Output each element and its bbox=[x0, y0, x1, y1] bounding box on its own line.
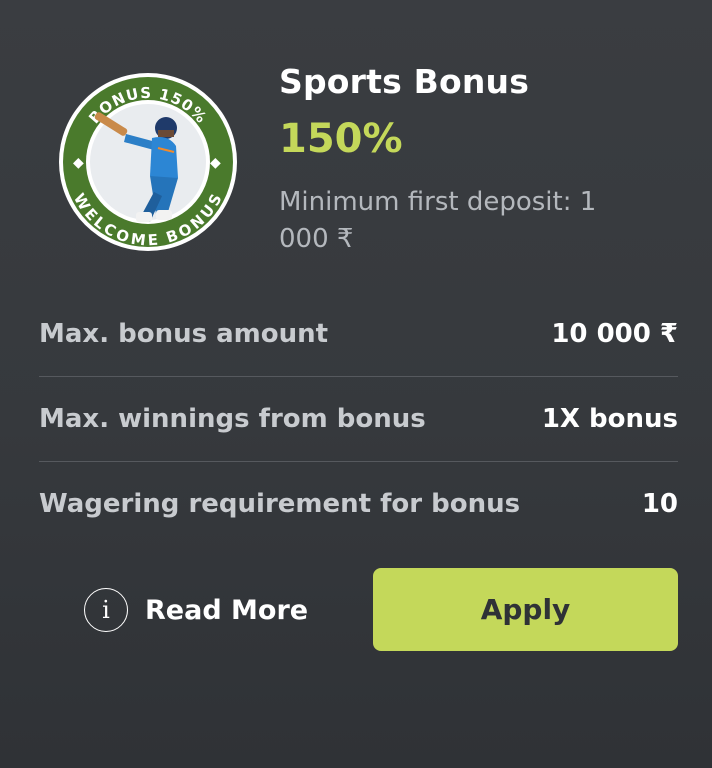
welcome-bonus-badge-icon: ◆ ◆ BONUS 150% WELCOME BONUS bbox=[59, 73, 237, 251]
detail-value: 1X bonus bbox=[541, 404, 678, 434]
read-more-link[interactable]: i Read More bbox=[84, 586, 308, 634]
detail-label: Max. bonus amount bbox=[39, 319, 329, 349]
detail-row-wagering: Wagering requirement for bonus 10 bbox=[39, 462, 678, 546]
detail-row-max-winnings: Max. winnings from bonus 1X bonus bbox=[39, 377, 678, 462]
bonus-percent: 150% bbox=[279, 116, 403, 162]
svg-text:◆: ◆ bbox=[73, 155, 84, 171]
bonus-details-list: Max. bonus amount 10 000 ₹ Max. winnings… bbox=[39, 292, 678, 546]
apply-button-label: Apply bbox=[480, 593, 571, 626]
minimum-deposit-text: Minimum first deposit: 1 000 ₹ bbox=[279, 187, 597, 254]
read-more-label: Read More bbox=[145, 594, 309, 626]
detail-label: Wagering requirement for bonus bbox=[39, 489, 521, 519]
bonus-title: Sports Bonus bbox=[279, 62, 530, 101]
detail-value: 10 000 ₹ bbox=[551, 319, 678, 349]
svg-text:◆: ◆ bbox=[210, 155, 221, 171]
detail-value: 10 bbox=[641, 489, 678, 519]
detail-row-max-bonus: Max. bonus amount 10 000 ₹ bbox=[39, 292, 678, 377]
info-icon: i bbox=[84, 588, 128, 632]
detail-label: Max. winnings from bonus bbox=[39, 404, 426, 434]
bonus-card: ◆ ◆ BONUS 150% WELCOME BONUS bbox=[0, 0, 712, 768]
apply-button[interactable]: Apply bbox=[373, 568, 678, 651]
